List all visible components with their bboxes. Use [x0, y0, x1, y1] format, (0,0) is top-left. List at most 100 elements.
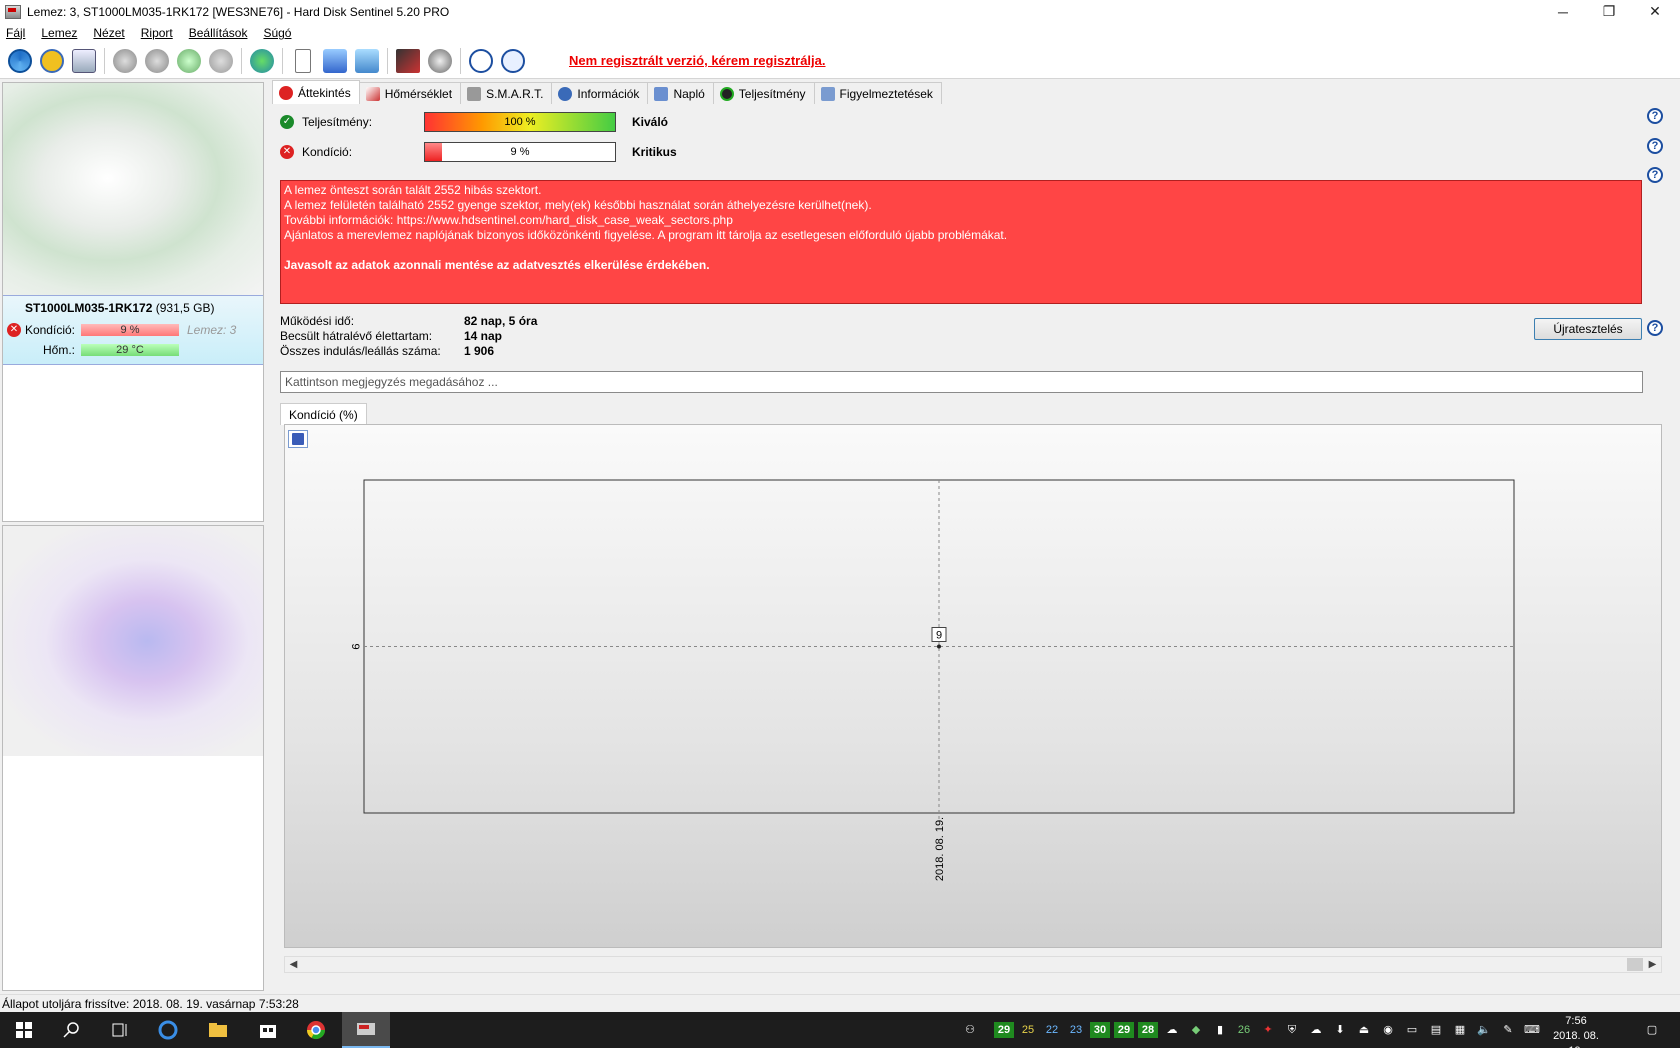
tab-label: S.M.A.R.T. [486, 86, 544, 101]
scroll-thumb[interactable] [1627, 958, 1643, 971]
temperature-bar: 29 °C [81, 344, 179, 356]
tray-temp-1[interactable]: 29 [994, 1022, 1014, 1038]
transfer-button[interactable] [321, 47, 349, 75]
disk-test-2-button[interactable] [143, 47, 171, 75]
help-icon[interactable]: ? [1647, 108, 1663, 124]
disk-card[interactable]: ST1000LM035-1RK172 (931,5 GB) ✕ Kondíció… [2, 82, 264, 522]
disk-list-panel: ST1000LM035-1RK172 (931,5 GB) ✕ Kondíció… [0, 80, 266, 992]
data-point [937, 644, 941, 649]
windows-icon [16, 1022, 32, 1038]
menu-disk[interactable]: Lemez [35, 26, 87, 40]
tab-performance[interactable]: Teljesítmény [712, 82, 815, 104]
onedrive-icon[interactable]: ☁ [1306, 1022, 1326, 1038]
volume-icon[interactable]: 🔈 [1474, 1022, 1494, 1038]
tab-log[interactable]: Napló [647, 82, 714, 104]
info-button[interactable] [499, 47, 527, 75]
transfer-icon [323, 48, 347, 73]
save-chart-icon[interactable] [288, 430, 308, 448]
menu-help[interactable]: Súgó [257, 26, 301, 40]
tray-temp-5[interactable]: 30 [1090, 1022, 1110, 1038]
clock[interactable]: 7:56 2018. 08. 19. [1546, 1014, 1606, 1048]
note-input[interactable]: Kattintson megjegyzés megadásához ... [280, 371, 1643, 393]
performance-label: Teljesítmény: [302, 115, 373, 129]
disk-test-4-button[interactable] [207, 47, 235, 75]
sound-button[interactable] [426, 47, 454, 75]
help-button[interactable] [467, 47, 495, 75]
update-icon[interactable]: ⬇ [1330, 1022, 1350, 1038]
menu-view[interactable]: Nézet [87, 26, 134, 40]
scroll-right-icon[interactable]: ▶ [1644, 957, 1661, 972]
store-button[interactable] [244, 1012, 292, 1048]
globe-button[interactable] [248, 47, 276, 75]
restore-button[interactable]: ❐ [1586, 0, 1632, 23]
disk-test-1-button[interactable] [111, 47, 139, 75]
condition-chart-panel: 9 9 2018. 08. 19. [284, 424, 1662, 948]
edge-button[interactable] [144, 1012, 192, 1048]
menu-report[interactable]: Riport [135, 26, 183, 40]
display-icon[interactable]: ▭ [1402, 1022, 1422, 1038]
search-button[interactable] [48, 1012, 96, 1048]
tray-temp-4[interactable]: 23 [1066, 1022, 1086, 1038]
warning-button[interactable] [38, 47, 66, 75]
smart-icon [467, 86, 482, 101]
safely-remove-icon[interactable]: ⏏ [1354, 1022, 1374, 1038]
help-icon[interactable]: ? [1647, 320, 1663, 336]
uptime-value: 82 nap, 5 óra [464, 314, 538, 328]
help-icon[interactable]: ? [1647, 167, 1663, 183]
pen-icon[interactable]: ✎ [1498, 1022, 1518, 1038]
minimize-button[interactable]: ─ [1540, 0, 1586, 23]
horizontal-scrollbar[interactable]: ◀ ▶ [284, 956, 1662, 973]
cloud-icon[interactable]: ☁ [1162, 1022, 1182, 1038]
scroll-left-icon[interactable]: ◀ [285, 957, 302, 972]
data-label: 9 [936, 630, 942, 642]
close-button[interactable]: ✕ [1632, 0, 1678, 23]
tab-temperature[interactable]: Hőmérséklet [358, 82, 462, 104]
report-button[interactable] [289, 47, 317, 75]
tab-condition-chart[interactable]: Kondíció (%) [280, 403, 367, 425]
tray-temp-7[interactable]: 28 [1138, 1022, 1158, 1038]
refresh-button[interactable] [6, 47, 34, 75]
explorer-button[interactable] [194, 1012, 242, 1048]
tab-label: Napló [673, 86, 705, 101]
monitor-button[interactable] [394, 47, 422, 75]
tab-overview[interactable]: Áttekintés [272, 80, 360, 104]
app-icon [5, 4, 21, 19]
disk-summary[interactable]: ST1000LM035-1RK172 (931,5 GB) ✕ Kondíció… [3, 295, 263, 365]
menu-settings[interactable]: Beállítások [183, 26, 258, 40]
retest-button[interactable]: Újratesztelés [1534, 318, 1642, 340]
shield-icon[interactable]: ⛨ [1282, 1022, 1302, 1038]
menu-file[interactable]: Fájl [0, 26, 35, 40]
disk-name: ST1000LM035-1RK172 [25, 301, 153, 315]
network-icon[interactable]: ▦ [1450, 1022, 1470, 1038]
chrome-button[interactable] [292, 1012, 340, 1048]
input-icon[interactable]: ⌨ [1522, 1022, 1542, 1038]
security-icon[interactable]: ◉ [1378, 1022, 1398, 1038]
usb-icon[interactable]: ▮ [1210, 1022, 1230, 1038]
tray-temp-2[interactable]: 25 [1018, 1022, 1038, 1038]
disk-test-3-button[interactable] [175, 47, 203, 75]
antivirus-icon[interactable]: ✦ [1258, 1022, 1278, 1038]
tray-number[interactable]: 26 [1234, 1022, 1254, 1038]
report-icon [295, 48, 311, 73]
search-icon [63, 1022, 79, 1038]
network-button[interactable] [353, 47, 381, 75]
tab-alerts[interactable]: Figyelmeztetések [813, 82, 942, 104]
stat-row: Összes indulás/leállás száma: 1 906 [280, 344, 494, 358]
tray-temp-3[interactable]: 22 [1042, 1022, 1062, 1038]
disk-image [3, 526, 263, 756]
registration-notice-link[interactable]: Nem regisztrált verzió, kérem regisztrál… [569, 53, 826, 68]
tray-temp-6[interactable]: 29 [1114, 1022, 1134, 1038]
hdsentinel-taskbar-button[interactable] [342, 1012, 390, 1048]
tab-info[interactable]: Információk [551, 82, 649, 104]
menu-bar: Fájl Lemez Nézet Riport Beállítások Súgó [0, 23, 1680, 43]
help-icon[interactable]: ? [1647, 138, 1663, 154]
disk-button[interactable] [70, 47, 98, 75]
task-view-button[interactable] [96, 1012, 144, 1048]
disk-card-2[interactable] [2, 525, 264, 991]
people-icon[interactable]: ⚇ [960, 1022, 980, 1038]
notifications-icon[interactable]: ▢ [1640, 1022, 1664, 1038]
start-button[interactable] [0, 1012, 48, 1048]
tab-smart[interactable]: S.M.A.R.T. [460, 82, 553, 104]
card-icon[interactable]: ▤ [1426, 1022, 1446, 1038]
nvidia-icon[interactable]: ◆ [1186, 1022, 1206, 1038]
